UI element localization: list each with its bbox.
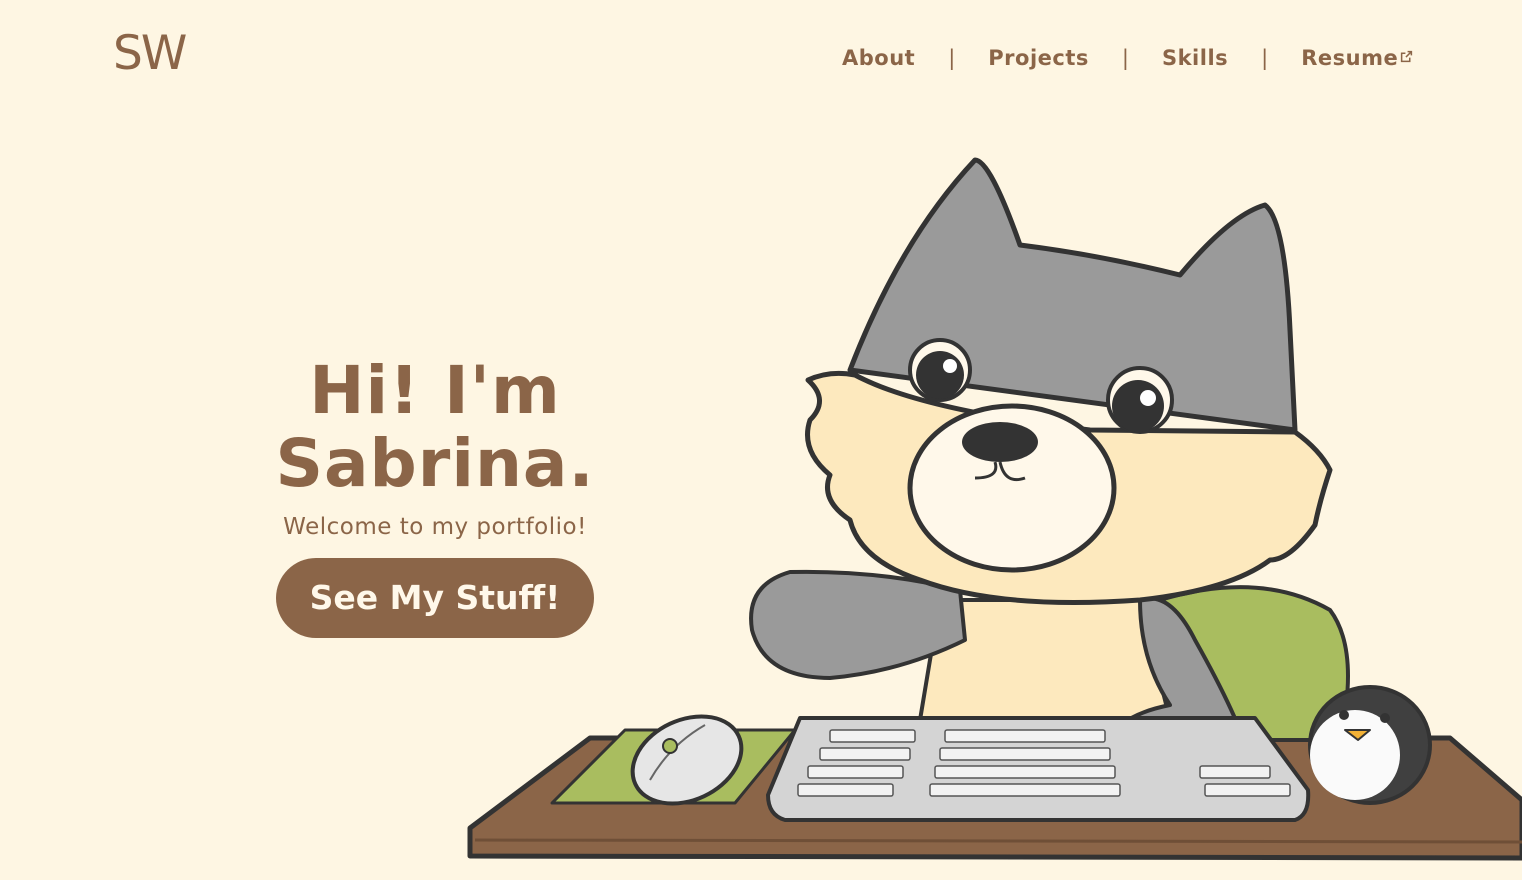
penguin-toy-icon xyxy=(1308,685,1432,805)
portfolio-page: SW About | Projects | Skills | Resume Hi… xyxy=(0,0,1522,880)
wolf-head xyxy=(805,157,1333,605)
keyboard-icon xyxy=(766,716,1311,822)
nav-link-resume[interactable]: Resume xyxy=(1301,46,1413,70)
main-nav: About | Projects | Skills | Resume xyxy=(842,46,1413,70)
nav-separator: | xyxy=(1121,46,1129,70)
nav-separator: | xyxy=(1261,46,1269,70)
site-logo[interactable]: SW xyxy=(113,30,187,77)
nav-link-resume-label: Resume xyxy=(1301,46,1399,70)
wolf-at-desk-illustration xyxy=(467,157,1522,861)
external-link-icon xyxy=(1401,50,1413,63)
nav-link-projects[interactable]: Projects xyxy=(988,46,1089,70)
nav-link-about[interactable]: About xyxy=(842,46,915,70)
nav-link-skills[interactable]: Skills xyxy=(1162,46,1228,70)
nav-separator: | xyxy=(948,46,956,70)
